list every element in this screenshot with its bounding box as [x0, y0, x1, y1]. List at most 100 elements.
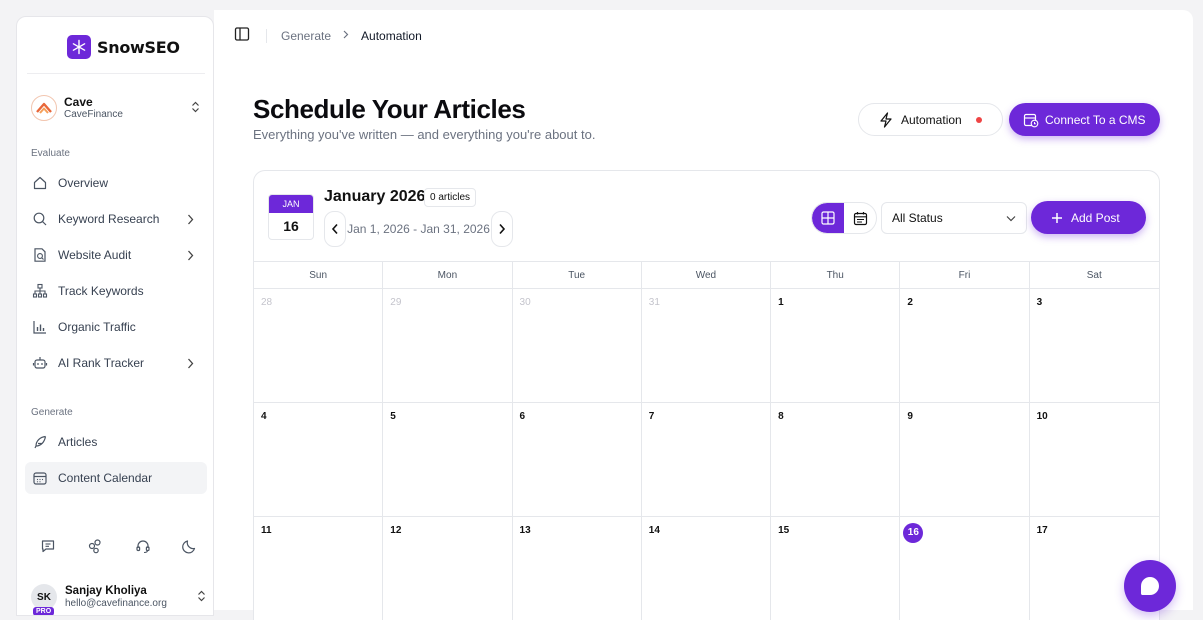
day-number: 1	[778, 297, 784, 308]
chevron-right-icon	[183, 214, 197, 225]
plan-badge: PRO	[33, 607, 55, 615]
day-number: 3	[1036, 297, 1043, 308]
chevron-right-icon	[498, 223, 506, 235]
sidebar-item-keyword-research[interactable]: Keyword Research	[25, 203, 207, 235]
calendar-day-cell[interactable]: 8	[771, 403, 901, 516]
chat-bubble-icon	[1141, 577, 1159, 595]
chevron-down-icon	[1006, 215, 1016, 222]
calendar-day-cell[interactable]: 6	[513, 403, 642, 516]
calendar-day-cell[interactable]: 12	[383, 517, 513, 620]
calendar-day-cell[interactable]: 31	[642, 289, 772, 402]
chevron-updown-icon	[189, 101, 201, 115]
workspace-switcher[interactable]: Cave CaveFinance	[31, 93, 201, 123]
search-icon	[31, 210, 49, 228]
connect-cms-button[interactable]: Connect To a CMS	[1009, 103, 1160, 136]
breadcrumb-item-generate[interactable]: Generate	[281, 29, 331, 43]
weekday-header: Tue	[513, 262, 642, 288]
page-subtitle: Everything you've written — and everythi…	[253, 127, 596, 142]
calendar-day-cell[interactable]: 14	[642, 517, 772, 620]
calendar-day-cell[interactable]: 11	[254, 517, 384, 620]
next-month-button[interactable]	[491, 211, 513, 247]
calendar-day-cell[interactable]: 1	[771, 289, 901, 402]
previous-month-button[interactable]	[324, 211, 346, 247]
audit-icon	[31, 246, 49, 264]
sidebar-item-label: AI Rank Tracker	[58, 356, 145, 370]
date-range: Jan 1, 2026 - Jan 31, 2026	[347, 222, 490, 236]
sidebar-item-articles[interactable]: Articles	[25, 426, 207, 458]
month-navigator: Jan 1, 2026 - Jan 31, 2026	[324, 211, 513, 247]
day-number: 10	[1036, 411, 1048, 422]
add-post-button[interactable]: Add Post	[1031, 201, 1146, 234]
calendar-day-cell[interactable]: 30	[513, 289, 642, 402]
breadcrumb: Generate Automation	[281, 29, 422, 43]
sidebar-toggle-icon[interactable]	[234, 26, 250, 47]
topbar-divider	[266, 29, 267, 43]
day-number: 30	[519, 297, 531, 308]
day-number: 13	[519, 525, 531, 536]
sidebar-item-ai-rank-tracker[interactable]: AI Rank Tracker	[25, 347, 207, 379]
automation-button[interactable]: Automation	[858, 103, 1003, 136]
sidebar-item-track-keywords[interactable]: Track Keywords	[25, 275, 207, 307]
calendar-day-cell[interactable]: 4	[254, 403, 384, 516]
calendar-day-cell[interactable]: 7	[642, 403, 772, 516]
weekday-header: Wed	[642, 262, 772, 288]
calendar-day-cell[interactable]: 15	[771, 517, 901, 620]
month-title: January 2026	[324, 188, 426, 205]
calendar-day-cell[interactable]: 10	[1030, 403, 1159, 516]
support-icon[interactable]	[134, 537, 152, 555]
status-dot	[975, 116, 982, 123]
sidebar-divider	[27, 73, 205, 74]
sidebar-item-label: Content Calendar	[58, 471, 153, 485]
day-number: 5	[390, 411, 396, 422]
calendar-day-cell[interactable]: 9	[900, 403, 1030, 516]
chevron-left-icon	[331, 223, 339, 235]
home-icon	[31, 174, 49, 192]
calendar-day-cell[interactable]: 29	[383, 289, 513, 402]
sidebar-item-organic-traffic[interactable]: Organic Traffic	[25, 311, 207, 343]
add-post-label: Add Post	[1071, 210, 1120, 225]
calendar-day-cell[interactable]: 16	[900, 517, 1030, 620]
automation-label: Automation	[901, 112, 962, 127]
calendar-day-cell[interactable]: 28	[254, 289, 384, 402]
workspace-name: Cave	[64, 94, 93, 109]
calendar-day-cell[interactable]: 13	[513, 517, 642, 620]
avatar: SK PRO	[31, 584, 57, 615]
integrations-icon[interactable]	[86, 537, 104, 555]
breadcrumb-item-automation: Automation	[361, 29, 422, 43]
calendar-week-row: 28 29 30 31 1 2 3	[254, 289, 1159, 403]
avatar-initials: SK	[37, 591, 51, 603]
weekday-header: Fri	[900, 262, 1030, 288]
day-number: 16	[903, 523, 924, 543]
lightning-icon	[879, 111, 893, 128]
plus-icon	[1051, 212, 1063, 224]
sidebar-tools	[39, 537, 199, 555]
grid-icon	[821, 211, 835, 225]
calendar-day-cell[interactable]: 2	[900, 289, 1030, 402]
grid-view-button[interactable]	[812, 203, 844, 233]
calendar-view-button[interactable]	[844, 203, 876, 233]
calendar-day-cell[interactable]: 5	[383, 403, 513, 516]
user-menu[interactable]: SK PRO Sanjay Kholiya hello@cavefinance.…	[31, 582, 207, 615]
sidebar-item-overview[interactable]: Overview	[25, 167, 207, 199]
status-filter-select[interactable]: All Status	[881, 202, 1027, 234]
status-filter-value: All Status	[892, 211, 943, 225]
moon-icon[interactable]	[181, 537, 199, 555]
calendar-list-icon	[853, 211, 868, 226]
main-content: Generate Automation Schedule Your Articl…	[214, 10, 1193, 620]
page-title: Schedule Your Articles	[253, 94, 526, 124]
chat-launcher-button[interactable]	[1124, 560, 1176, 612]
day-number: 28	[261, 297, 273, 308]
workspace-subtitle: CaveFinance	[64, 108, 123, 120]
hierarchy-icon	[31, 282, 49, 300]
calendar-day-cell[interactable]: 3	[1030, 289, 1159, 402]
day-number: 6	[519, 411, 526, 422]
chevron-right-icon	[183, 358, 197, 369]
brand-logo[interactable]: SnowSEO	[67, 35, 180, 59]
day-number: 8	[778, 411, 784, 422]
sidebar-item-website-audit[interactable]: Website Audit	[25, 239, 207, 271]
chat-icon[interactable]	[39, 537, 57, 555]
sidebar-item-content-calendar[interactable]: Content Calendar	[25, 462, 207, 494]
day-number: 14	[648, 525, 660, 536]
sidebar: SnowSEO Cave CaveFinance Evaluate Overvi…	[16, 16, 214, 616]
chevron-updown-icon	[195, 590, 207, 604]
